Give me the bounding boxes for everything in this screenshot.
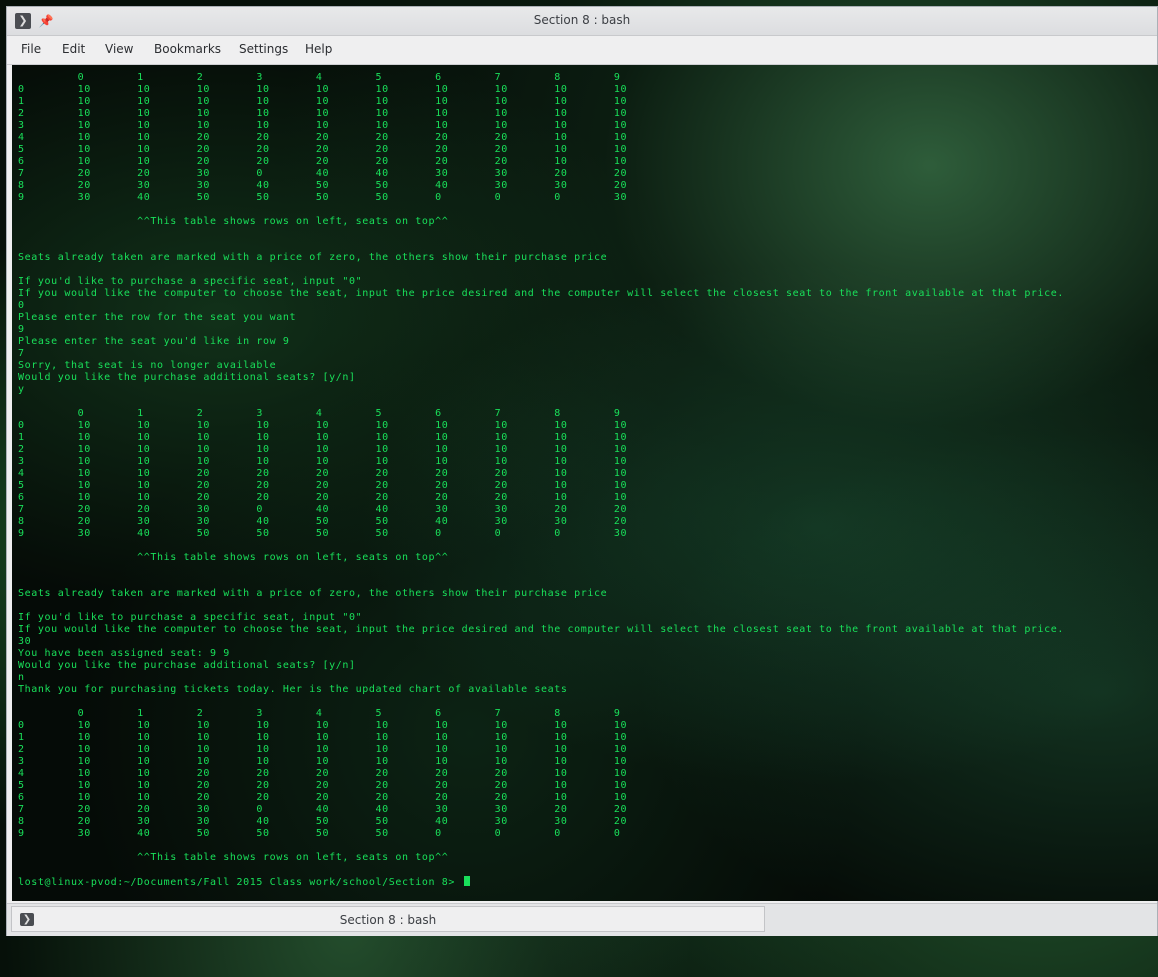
menu-view[interactable]: View — [105, 42, 133, 56]
shell-prompt: lost@linux-pvod:~/Documents/Fall 2015 Cl… — [18, 877, 462, 888]
konsole-window: ❯ 📌 Section 8 : bash File Edit View Book… — [6, 6, 1158, 936]
tab-bar: ❯ Section 8 : bash — [7, 903, 1157, 936]
terminal-history: 0 1 2 3 4 5 6 7 8 9 0 10 10 10 10 10 10 … — [18, 72, 1065, 863]
window-title: Section 8 : bash — [533, 13, 631, 27]
menu-file[interactable]: File — [21, 42, 41, 56]
terminal-output: 0 1 2 3 4 5 6 7 8 9 0 10 10 10 10 10 10 … — [18, 72, 1064, 889]
tab-section-8-bash[interactable]: ❯ Section 8 : bash — [11, 906, 765, 932]
menu-help[interactable]: Help — [305, 42, 332, 56]
menu-settings[interactable]: Settings — [239, 42, 288, 56]
text-cursor — [463, 876, 470, 886]
menu-edit[interactable]: Edit — [62, 42, 85, 56]
tab-label: Section 8 : bash — [339, 913, 437, 927]
terminal-area[interactable]: 0 1 2 3 4 5 6 7 8 9 0 10 10 10 10 10 10 … — [12, 65, 1158, 901]
menu-bookmarks[interactable]: Bookmarks — [154, 42, 221, 56]
menu-bar: File Edit View Bookmarks Settings Help — [7, 36, 1157, 65]
title-bar[interactable]: ❯ 📌 Section 8 : bash — [7, 7, 1157, 36]
